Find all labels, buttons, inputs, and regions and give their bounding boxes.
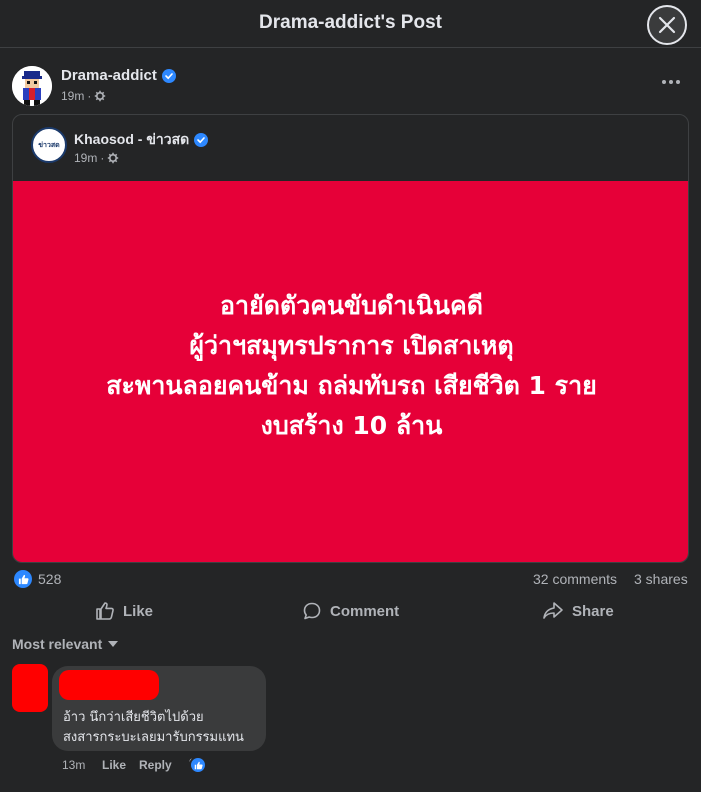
pixel-character-icon — [12, 66, 52, 106]
news-headline-image[interactable]: อายัดตัวคนขับดำเนินคดี ผู้ว่าฯสมุทรปรากา… — [13, 181, 688, 562]
like-count: 528 — [38, 571, 62, 587]
post-dialog-header: Drama-addict's Post — [0, 0, 701, 48]
comment-text-line: อ้าว นึกว่าเสียชีวิตไปด้วย — [63, 710, 204, 725]
verified-icon — [161, 68, 176, 83]
like-icon — [14, 570, 32, 588]
comment-label: Comment — [330, 602, 400, 620]
headline-line: สะพานลอยคนข้าม ถล่มทับรถ เสียชีวิต 1 ราย — [106, 371, 597, 400]
dialog-title: Drama-addict's Post — [259, 12, 442, 33]
share-icon — [543, 602, 563, 619]
source-name[interactable]: Khaosod - ข่าวสด — [74, 129, 189, 151]
post-actions: Like Comment Share — [12, 592, 689, 630]
comment-text: อ้าว นึกว่าเสียชีวิตไปด้วย สงสารกระบะเลย… — [63, 708, 244, 748]
like-label: Like — [123, 602, 154, 620]
shares-count[interactable]: 3 shares — [634, 571, 688, 587]
share-label: Share — [572, 602, 614, 620]
sort-label: Most relevant — [12, 636, 103, 652]
author-name-row: Drama-addict — [61, 67, 176, 84]
post-stats: 528 32 comments 3 shares — [14, 570, 689, 590]
source-meta: 19m · — [74, 151, 119, 165]
post-meta: 19m · — [61, 89, 106, 103]
headline-line: งบสร้าง 10 ล้าน — [260, 411, 443, 440]
close-button[interactable] — [647, 5, 687, 45]
comment-like-button[interactable]: Like — [102, 758, 126, 772]
verified-icon — [194, 133, 209, 147]
commenter-name-redacted[interactable] — [59, 670, 159, 700]
more-icon — [662, 80, 680, 84]
comments-count[interactable]: 32 comments — [533, 571, 617, 587]
source-time[interactable]: 19m — [74, 151, 97, 165]
source-avatar[interactable]: ข่าวสด — [31, 127, 67, 163]
author-name[interactable]: Drama-addict — [61, 67, 157, 84]
globe-gear-icon — [108, 152, 119, 164]
headline-line: ผู้ว่าฯสมุทรปราการ เปิดสาเหตุ — [189, 331, 514, 360]
share-button[interactable]: Share — [542, 598, 614, 624]
chevron-down-icon — [108, 641, 119, 647]
headline-line: อายัดตัวคนขับดำเนินคดี — [220, 291, 483, 320]
comment-bubble: อ้าว นึกว่าเสียชีวิตไปด้วย สงสารกระบะเลย… — [52, 666, 266, 751]
commenter-avatar-redacted[interactable] — [12, 664, 48, 712]
comment-button[interactable]: Comment — [302, 598, 399, 624]
globe-gear-icon — [95, 90, 106, 102]
close-icon — [658, 16, 676, 34]
source-name-row: Khaosod - ข่าวสด — [74, 129, 209, 151]
shared-post-card[interactable]: ข่าวสด Khaosod - ข่าวสด 19m · อายัดตัวคน… — [12, 114, 689, 563]
like-button[interactable]: Like — [95, 598, 153, 624]
comment-text-line: สงสารกระบะเลยมารับกรรมแทน — [63, 730, 244, 745]
comment-icon — [303, 602, 321, 620]
like-icon — [189, 756, 207, 774]
headline: อายัดตัวคนขับดำเนินคดี ผู้ว่าฯสมุทรปรากา… — [106, 286, 597, 446]
comment-time[interactable]: 13m — [62, 758, 85, 772]
more-options-button[interactable] — [656, 72, 686, 92]
post-time[interactable]: 19m — [61, 89, 84, 103]
like-icon — [96, 602, 114, 620]
reaction-summary[interactable]: 528 — [14, 570, 61, 588]
comment-sort-dropdown[interactable]: Most relevant — [12, 636, 119, 652]
author-avatar[interactable] — [12, 66, 52, 106]
source-logo-text: ข่าวสด — [38, 140, 60, 149]
comment-reply-button[interactable]: Reply — [139, 758, 172, 772]
